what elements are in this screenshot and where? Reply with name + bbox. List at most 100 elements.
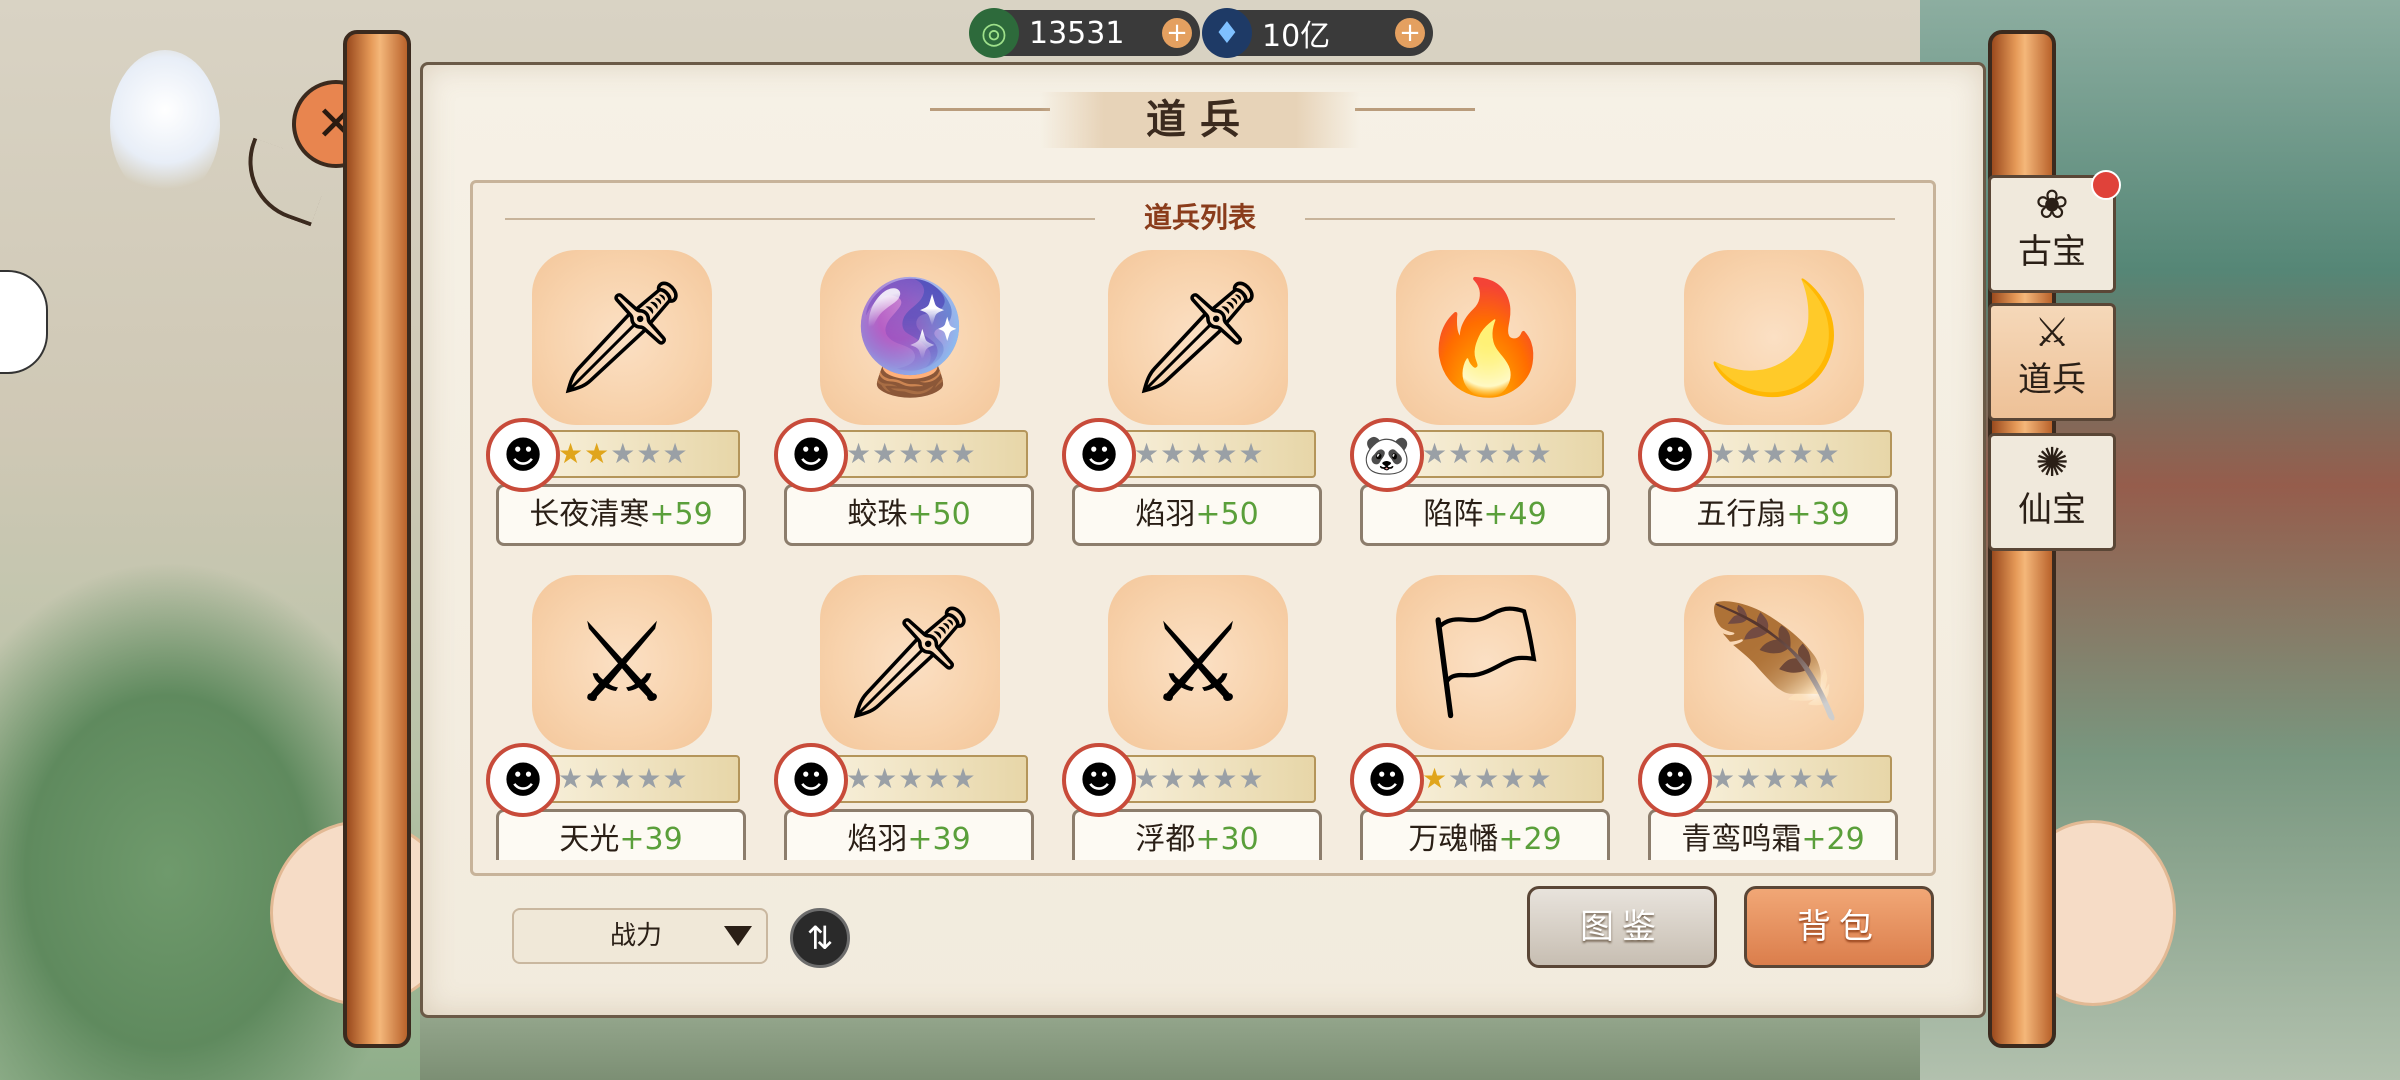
jade-amount: 13531 (1029, 15, 1125, 51)
weapon-name-label: 青鸾鸣霜+29 (1648, 809, 1898, 860)
star-icon: ★ (872, 762, 899, 795)
star-icon: ★ (1474, 762, 1501, 795)
star-rating: ★★★★★ (1692, 430, 1892, 478)
star-icon: ★ (662, 762, 689, 795)
star-icon: ★ (1526, 762, 1553, 795)
star-rating: ★★★★★ (828, 430, 1028, 478)
weapon-art-icon: 🏳 (1396, 575, 1576, 750)
wielder-avatar: 🐼 (1350, 418, 1424, 492)
weapon-name: 焰羽 (847, 822, 908, 857)
weapon-card[interactable]: 🗡 ☻ ★★★★★ 长夜清寒+59 (486, 250, 746, 550)
star-icon: ★ (1212, 437, 1239, 470)
star-icon: ★ (1422, 762, 1449, 795)
star-icon: ★ (1814, 437, 1841, 470)
weapon-name: 天光 (559, 822, 620, 857)
wielder-avatar: ☻ (774, 418, 848, 492)
tab-ancient-treasure[interactable]: ❀ 古宝 (1988, 170, 2121, 293)
star-icon: ★ (1134, 762, 1161, 795)
sort-order-toggle[interactable]: ⇅ (790, 908, 850, 968)
wielder-avatar: ☻ (1638, 743, 1712, 817)
star-icon: ★ (1500, 437, 1527, 470)
rabbit-decoration (110, 50, 220, 200)
star-icon: ★ (872, 437, 899, 470)
star-icon: ★ (610, 762, 637, 795)
weapon-name-label: 焰羽+50 (1072, 484, 1322, 546)
weapon-name: 浮都 (1135, 822, 1196, 857)
wielder-avatar: ☻ (1062, 743, 1136, 817)
star-icon: ★ (846, 437, 873, 470)
bag-button[interactable]: 背包 (1744, 886, 1934, 968)
weapon-card[interactable]: 🔮 ☻ ★★★★★ 蛟珠+50 (774, 250, 1034, 550)
star-icon: ★ (1710, 437, 1737, 470)
tab-label: 道兵 (2018, 360, 2086, 400)
wielder-avatar: ☻ (774, 743, 848, 817)
weapon-card[interactable]: 🗡 ☻ ★★★★★ 焰羽+39 (774, 575, 1034, 860)
weapon-art-icon: 🌙 (1684, 250, 1864, 425)
weapon-level: +29 (1801, 822, 1865, 857)
star-icon: ★ (1448, 437, 1475, 470)
weapon-card[interactable]: 🪶 ☻ ★★★★★ 青鸾鸣霜+29 (1638, 575, 1898, 860)
tab-immortal-treasure[interactable]: ✺ 仙宝 (1988, 433, 2116, 551)
weapon-name-label: 浮都+30 (1072, 809, 1322, 860)
weapon-name: 陷阵 (1423, 497, 1484, 532)
star-icon: ★ (898, 762, 925, 795)
sort-dropdown[interactable]: 战力 (512, 908, 768, 964)
weapon-level: +50 (1195, 497, 1259, 532)
title-ornament-right (1355, 108, 1475, 131)
tab-dao-weapon[interactable]: ⚔ 道兵 (1988, 303, 2116, 421)
weapon-card[interactable]: 🗡 ☻ ★★★★★ 焰羽+50 (1062, 250, 1322, 550)
title-ornament-left (930, 108, 1050, 131)
weapon-card[interactable]: 🌙 ☻ ★★★★★ 五行扇+39 (1638, 250, 1898, 550)
star-icon: ★ (1238, 762, 1265, 795)
weapon-card[interactable]: ⚔ ☻ ★★★★★ 天光+39 (486, 575, 746, 860)
star-icon: ★ (1186, 437, 1213, 470)
star-icon: ★ (1212, 762, 1239, 795)
star-icon: ★ (1160, 762, 1187, 795)
weapon-grid[interactable]: 🗡 ☻ ★★★★★ 长夜清寒+59 🔮 ☻ ★★★★★ 蛟珠+50 🗡 ☻ ★★★★★ 焰羽+50 🔥 🐼… (486, 250, 1926, 860)
star-icon: ★ (846, 762, 873, 795)
star-icon: ★ (1762, 762, 1789, 795)
star-icon: ★ (1474, 437, 1501, 470)
weapon-level: +49 (1483, 497, 1547, 532)
weapon-name-label: 陷阵+49 (1360, 484, 1610, 546)
star-icon: ★ (558, 762, 585, 795)
weapon-card[interactable]: 🏳 ☻ ★★★★★ 万魂幡+29 (1350, 575, 1610, 860)
star-icon: ★ (1736, 762, 1763, 795)
weapon-name-label: 长夜清寒+59 (496, 484, 746, 546)
star-rating: ★★★★★ (1404, 430, 1604, 478)
add-crystal-button[interactable]: + (1395, 18, 1425, 48)
weapon-name: 焰羽 (1135, 497, 1196, 532)
star-icon: ★ (924, 762, 951, 795)
star-icon: ★ (1448, 762, 1475, 795)
weapon-card[interactable]: 🔥 🐼 ★★★★★ 陷阵+49 (1350, 250, 1610, 550)
weapon-level: +29 (1498, 822, 1562, 857)
star-rating: ★★★★★ (540, 755, 740, 803)
weapon-art-icon: 🔥 (1396, 250, 1576, 425)
star-rating: ★★★★★ (540, 430, 740, 478)
weapon-level: +39 (907, 822, 971, 857)
star-icon: ★ (1788, 762, 1815, 795)
weapon-name-label: 蛟珠+50 (784, 484, 1034, 546)
star-icon: ★ (1238, 437, 1265, 470)
weapon-card[interactable]: ⚔ ☻ ★★★★★ 浮都+30 (1062, 575, 1322, 860)
weapon-art-icon: 🗡 (1108, 250, 1288, 425)
codex-button[interactable]: 图鉴 (1527, 886, 1717, 968)
tab-label: 古宝 (2018, 232, 2086, 272)
weapon-level: +59 (649, 497, 713, 532)
star-icon: ★ (898, 437, 925, 470)
notification-badge (2091, 170, 2121, 200)
weapon-level: +39 (1786, 497, 1850, 532)
star-icon: ★ (1422, 437, 1449, 470)
wielder-avatar: ☻ (1638, 418, 1712, 492)
weapon-art-icon: 🔮 (820, 250, 1000, 425)
star-icon: ★ (1736, 437, 1763, 470)
star-icon: ★ (1788, 437, 1815, 470)
star-icon: ★ (950, 437, 977, 470)
weapon-art-icon: 🗡 (820, 575, 1000, 750)
weapon-name-label: 万魂幡+29 (1360, 809, 1610, 860)
star-rating: ★★★★★ (828, 755, 1028, 803)
scroll-roller-left (343, 30, 411, 1048)
weapon-art-icon: 🗡 (532, 250, 712, 425)
add-jade-button[interactable]: + (1162, 18, 1192, 48)
crystal-currency: ♦ 10亿 + (1202, 8, 1433, 58)
